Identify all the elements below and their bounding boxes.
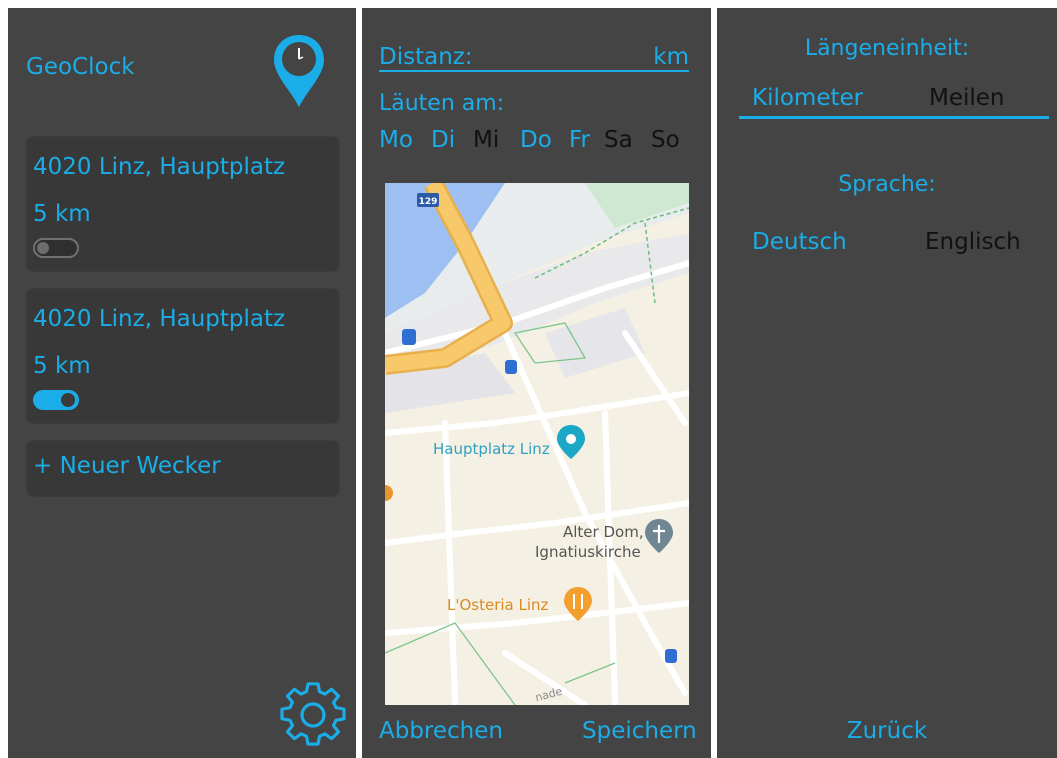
alarm-toggle[interactable] [33,390,79,410]
new-alarm-button[interactable]: + Neuer Wecker [26,440,340,497]
map-poi-label: Hauptplatz Linz [433,440,550,458]
unit-heading: Längeneinheit: [804,36,970,61]
alarm-toggle[interactable] [33,238,79,258]
settings-screen: Längeneinheit: Kilometer Meilen Sprache:… [717,8,1057,758]
language-heading: Sprache: [838,172,936,197]
map-poi-label: Alter Dom, [563,523,644,541]
day-toggle-so[interactable]: So [651,127,680,153]
map-poi-label: L'Osteria Linz [447,596,549,614]
day-toggle-mi[interactable]: Mi [473,127,499,153]
language-option-englisch[interactable]: Englisch [925,229,1021,255]
new-alarm-label: + Neuer Wecker [33,453,221,479]
alarm-card[interactable]: 4020 Linz, Hauptplatz 5 km [26,136,340,272]
app-title: GeoClock [26,54,135,80]
location-clock-pin-icon [274,35,324,107]
unit-underline [739,116,1049,119]
day-toggle-di[interactable]: Di [431,127,455,153]
alarm-address: 4020 Linz, Hauptplatz [33,306,286,332]
edit-alarm-screen: Distanz: km Läuten am: Mo Di Mi Do Fr Sa… [362,8,711,758]
day-toggle-sa[interactable]: Sa [604,127,633,153]
alarm-address: 4020 Linz, Hauptplatz [33,154,286,180]
map-poi-label-line2: Ignatiuskirche [535,543,641,561]
route-shield-label: 129 [419,197,438,207]
language-option-deutsch[interactable]: Deutsch [752,229,847,255]
alarm-card[interactable]: 4020 Linz, Hauptplatz 5 km [26,288,340,424]
day-toggle-fr[interactable]: Fr [569,127,590,153]
toggle-knob [61,393,75,407]
cancel-button[interactable]: Abbrechen [379,718,503,744]
unit-option-kilometer[interactable]: Kilometer [752,85,863,111]
alarm-distance: 5 km [33,201,91,227]
save-button[interactable]: Speichern [582,718,697,744]
day-toggle-do[interactable]: Do [520,127,552,153]
alarm-list-screen: GeoClock 4020 Linz, Hauptplatz 5 km 4020… [8,8,356,758]
map-view[interactable]: 129 Hauptplatz Linz Alter Dom, Ignatiusk… [385,183,689,705]
distance-underline [379,70,689,72]
unit-option-meilen[interactable]: Meilen [929,85,1005,111]
back-button[interactable]: Zurück [717,718,1057,744]
alarm-distance: 5 km [33,353,91,379]
toggle-knob [37,242,49,254]
ring-on-label: Läuten am: [379,91,505,116]
distance-input[interactable]: Distanz: km [379,44,689,70]
distance-label: Distanz: [379,44,473,70]
gear-icon[interactable] [280,682,346,748]
distance-unit: km [653,44,689,70]
day-toggle-mo[interactable]: Mo [379,127,413,153]
